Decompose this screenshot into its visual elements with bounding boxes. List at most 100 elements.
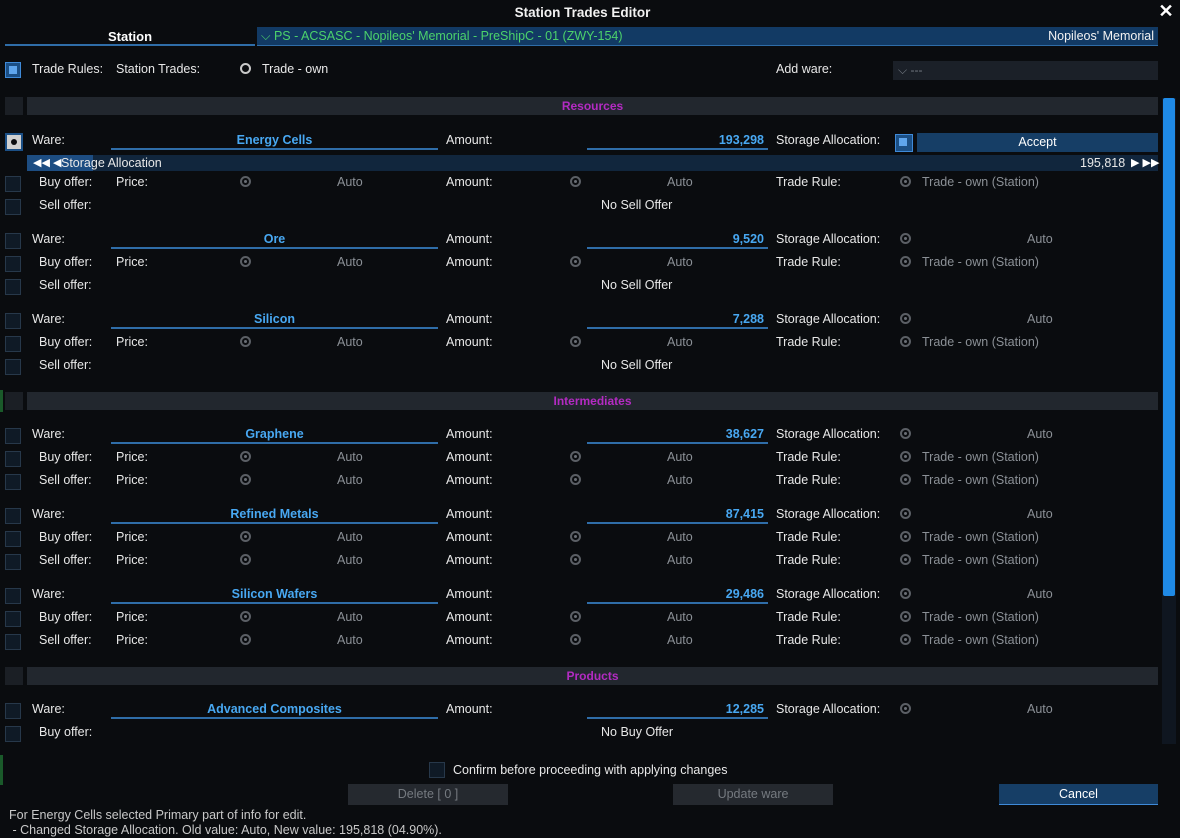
sell-offer-checkbox[interactable] (5, 359, 21, 375)
section-checkbox[interactable] (5, 392, 23, 410)
ware-select-checkbox[interactable] (5, 233, 21, 249)
ware-select-checkbox[interactable] (5, 313, 21, 329)
amount-auto-radio[interactable] (570, 554, 581, 565)
ware-name[interactable]: Ore (111, 232, 438, 249)
storage-auto-radio[interactable] (900, 233, 911, 244)
delete-button[interactable]: Delete [ 0 ] (348, 784, 508, 805)
price-auto-radio[interactable] (240, 611, 251, 622)
buy-offer-checkbox[interactable] (5, 611, 21, 627)
sell-offer-checkbox[interactable] (5, 634, 21, 650)
price-auto-label: Auto (337, 255, 363, 269)
ware-name[interactable]: Silicon Wafers (111, 587, 438, 604)
price-auto-label: Auto (337, 450, 363, 464)
price-label: Price: (116, 175, 148, 189)
amount-auto-radio[interactable] (570, 634, 581, 645)
ware-select-checkbox[interactable] (5, 508, 21, 524)
amount-auto-label: Auto (667, 450, 693, 464)
accept-button[interactable]: Accept (917, 133, 1158, 152)
ware-name[interactable]: Advanced Composites (111, 702, 438, 719)
ware-name[interactable]: Energy Cells (111, 133, 438, 150)
buy-offer-checkbox[interactable] (5, 531, 21, 547)
ware-name[interactable]: Silicon (111, 312, 438, 329)
trade-rule-radio[interactable] (900, 451, 911, 462)
amount-auto-radio[interactable] (570, 474, 581, 485)
price-auto-radio[interactable] (240, 451, 251, 462)
trade-rule-radio[interactable] (900, 336, 911, 347)
section-checkbox[interactable] (5, 97, 23, 115)
ware-label: Ware: (32, 702, 65, 716)
price-auto-label: Auto (337, 610, 363, 624)
amount-auto-label: Auto (667, 633, 693, 647)
sell-offer-checkbox[interactable] (5, 199, 21, 215)
trade-rule-label: Trade Rule: (776, 175, 841, 189)
storage-auto-radio[interactable] (900, 588, 911, 599)
ware-name[interactable]: Refined Metals (111, 507, 438, 524)
trade-rule-radio[interactable] (900, 531, 911, 542)
price-auto-radio[interactable] (240, 336, 251, 347)
price-auto-radio[interactable] (240, 531, 251, 542)
storage-auto-radio[interactable] (900, 703, 911, 714)
confirm-checkbox[interactable] (429, 762, 445, 778)
storage-auto-radio[interactable] (900, 313, 911, 324)
trade-rule-radio[interactable] (900, 474, 911, 485)
trade-rule-radio[interactable] (900, 176, 911, 187)
sell-offer-checkbox[interactable] (5, 279, 21, 295)
buy-offer-label: Buy offer: (39, 335, 93, 349)
amount-auto-radio[interactable] (570, 176, 581, 187)
ware-select-checkbox[interactable] (5, 703, 21, 719)
storage-auto-radio[interactable] (900, 508, 911, 519)
sell-offer-checkbox[interactable] (5, 554, 21, 570)
trade-rule-radio[interactable] (900, 554, 911, 565)
trade-rule-label: Trade Rule: (776, 335, 841, 349)
add-ware-dropdown[interactable]: ⌵ --- (893, 61, 1158, 80)
amount-auto-radio[interactable] (570, 611, 581, 622)
amount-label: Amount: (446, 702, 493, 716)
amount-label: Amount: (446, 312, 493, 326)
sell-offer-checkbox[interactable] (5, 474, 21, 490)
buy-offer-checkbox[interactable] (5, 256, 21, 272)
price-auto-label: Auto (337, 175, 363, 189)
buy-offer-checkbox[interactable] (5, 726, 21, 742)
station-select[interactable]: ⌵ PS - ACSASC - Nopileos' Memorial - Pre… (257, 27, 1158, 46)
scrollbar-thumb[interactable] (1163, 98, 1175, 596)
storage-allocation-slider[interactable] (27, 155, 1158, 171)
trade-own-label: Trade - own (262, 62, 329, 76)
slider-decrease-icon[interactable]: ◀◀ ◀ (33, 156, 61, 169)
no-buy-offer: No Buy Offer (601, 725, 674, 739)
sell-offer-label: Sell offer: (39, 198, 92, 212)
amount-auto-radio[interactable] (570, 256, 581, 267)
trade-rule-radio[interactable] (900, 611, 911, 622)
price-auto-radio[interactable] (240, 256, 251, 267)
trade-rules-checkbox[interactable] (5, 62, 21, 78)
section-checkbox[interactable] (5, 667, 23, 685)
price-auto-radio[interactable] (240, 474, 251, 485)
slider-increase-icon[interactable]: ▶ ▶▶ (1131, 156, 1159, 169)
trade-rule-radio[interactable] (900, 634, 911, 645)
tab-station[interactable]: Station (5, 27, 255, 46)
ware-name[interactable]: Graphene (111, 427, 438, 444)
ware-select-checkbox[interactable] (5, 428, 21, 444)
buy-offer-label: Buy offer: (39, 725, 93, 739)
storage-auto-radio[interactable] (900, 428, 911, 439)
amount-auto-radio[interactable] (570, 451, 581, 462)
sell-offer-label: Sell offer: (39, 473, 92, 487)
ware-amount: 9,520 (587, 232, 768, 249)
amount-auto-label: Auto (667, 610, 693, 624)
buy-offer-checkbox[interactable] (5, 336, 21, 352)
cancel-button[interactable]: Cancel (999, 784, 1158, 805)
price-label: Price: (116, 530, 148, 544)
storage-allocation-checkbox[interactable] (895, 134, 913, 152)
price-auto-radio[interactable] (240, 176, 251, 187)
buy-offer-checkbox[interactable] (5, 176, 21, 192)
amount-auto-radio[interactable] (570, 336, 581, 347)
close-icon[interactable]: ✕ (1156, 1, 1176, 21)
trade-own-radio[interactable] (240, 63, 251, 74)
trade-rule-radio[interactable] (900, 256, 911, 267)
update-ware-button[interactable]: Update ware (673, 784, 833, 805)
price-auto-radio[interactable] (240, 554, 251, 565)
price-auto-radio[interactable] (240, 634, 251, 645)
ware-select-checkbox[interactable] (5, 133, 23, 151)
buy-offer-checkbox[interactable] (5, 451, 21, 467)
amount-auto-radio[interactable] (570, 531, 581, 542)
ware-select-checkbox[interactable] (5, 588, 21, 604)
